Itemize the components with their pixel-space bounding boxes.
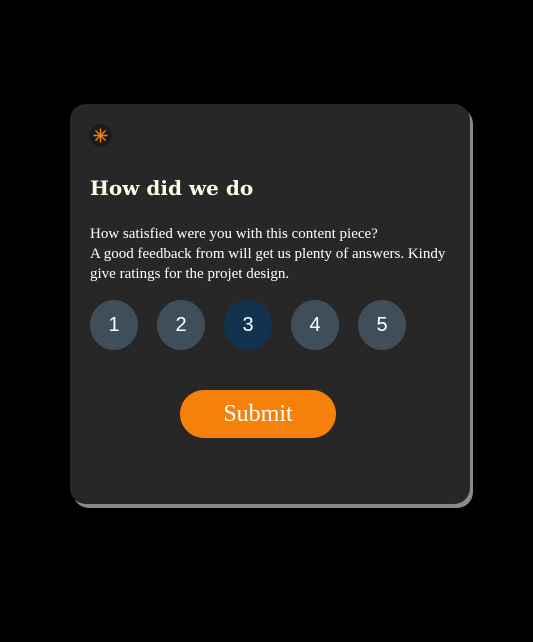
rating-button-1[interactable]: 1: [90, 300, 138, 350]
star-badge: [89, 124, 112, 147]
description-line-1: How satisfied were you with this content…: [90, 226, 378, 242]
rating-button-3[interactable]: 3: [224, 300, 272, 350]
card-description: How satisfied were you with this content…: [90, 224, 455, 284]
star-icon: [93, 128, 108, 143]
submit-button[interactable]: Submit: [180, 390, 336, 438]
rating-card: How did we do How satisfied were you wit…: [70, 104, 470, 504]
rating-button-2[interactable]: 2: [157, 300, 205, 350]
rating-options: 1 2 3 4 5: [90, 300, 406, 350]
rating-button-4[interactable]: 4: [291, 300, 339, 350]
description-line-2: A good feedback from will get us plenty …: [90, 246, 446, 282]
card-title: How did we do: [90, 176, 254, 200]
rating-button-5[interactable]: 5: [358, 300, 406, 350]
